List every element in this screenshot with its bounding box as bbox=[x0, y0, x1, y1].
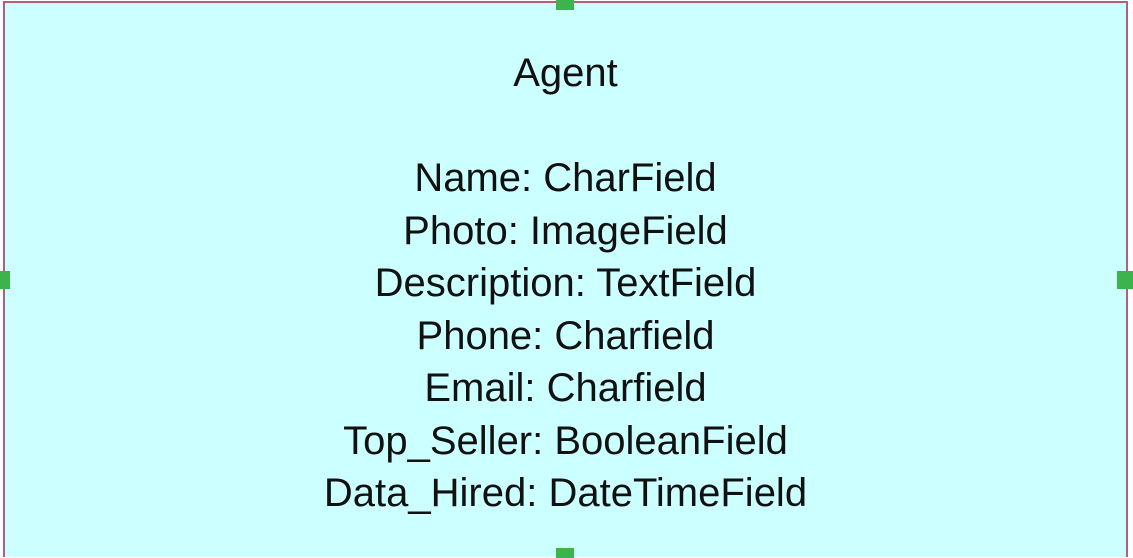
entity-field-list: Name: CharField Photo: ImageField Descri… bbox=[5, 152, 1126, 520]
field-photo: Photo: ImageField bbox=[403, 208, 728, 253]
field-name: Name: CharField bbox=[414, 156, 717, 200]
resize-handle-right[interactable] bbox=[1117, 271, 1133, 289]
entity-title: Agent bbox=[513, 51, 618, 95]
resize-handle-bottom[interactable] bbox=[556, 548, 574, 558]
agent-entity-box[interactable]: Agent Name: CharField Photo: ImageField … bbox=[3, 1, 1128, 557]
resize-handle-top[interactable] bbox=[556, 0, 574, 10]
field-phone: Phone: Charfield bbox=[416, 313, 715, 358]
diagram-canvas: Agent Name: CharField Photo: ImageField … bbox=[0, 0, 1133, 558]
field-description: Description: TextField bbox=[374, 261, 757, 305]
field-data-hired: Data_Hired: DateTimeField bbox=[323, 471, 808, 515]
resize-handle-left[interactable] bbox=[0, 271, 10, 289]
field-email: Email: Charfield bbox=[424, 366, 707, 410]
field-top-seller: Top_Seller: BooleanField bbox=[343, 418, 788, 463]
